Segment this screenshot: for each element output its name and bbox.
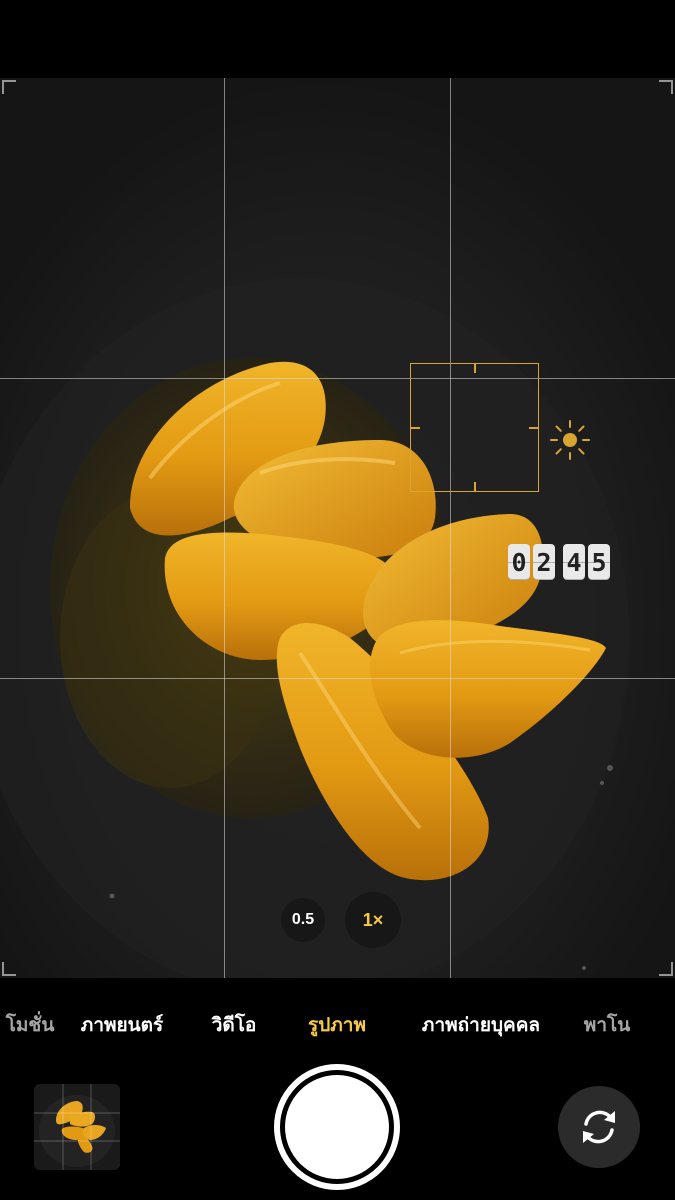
frame-corner-bottom-left: [2, 962, 16, 976]
focus-tick-bottom: [474, 482, 476, 491]
focus-tick-left: [411, 427, 420, 429]
flip-camera-icon: [583, 1110, 615, 1144]
mode-cinematic[interactable]: ภาพยนตร์: [81, 1010, 163, 1040]
frame-corner-bottom-right: [659, 962, 673, 976]
zoom-0.5-button[interactable]: 0.5: [281, 898, 325, 942]
timer-digit: 4: [563, 544, 585, 580]
flip-camera-button[interactable]: [558, 1086, 640, 1168]
grid-horizontal-line-1: [0, 378, 675, 379]
focus-tick-right: [529, 427, 538, 429]
frame-corner-top-left: [2, 80, 16, 94]
focus-tick-top: [474, 364, 476, 373]
grid-horizontal-line-2: [0, 678, 675, 679]
shutter-button[interactable]: [274, 1064, 400, 1190]
mode-carousel[interactable]: โมชั่น ภาพยนตร์ วิดีโอ รูปภาพ ภาพถ่ายบุค…: [0, 1000, 675, 1046]
mode-video[interactable]: วิดีโอ: [212, 1010, 257, 1040]
zoom-1x-button[interactable]: 1×: [345, 892, 401, 948]
last-photo-thumbnail[interactable]: [34, 1084, 120, 1170]
shutter-inner: [285, 1075, 389, 1179]
thumbnail-image: [34, 1084, 120, 1170]
frame-corner-top-right: [659, 80, 673, 94]
timer-readout: 0 2 4 5: [508, 544, 610, 580]
camera-screen: 0 2 4 5 0.5 1× โมชั่น ภาพยนตร์ วิดีโอ รู…: [0, 0, 675, 1200]
sun-icon[interactable]: [548, 418, 592, 462]
grid-vertical-line-2: [450, 78, 451, 978]
timer-digit: 2: [533, 544, 555, 580]
timer-digit: 5: [588, 544, 610, 580]
viewfinder-scene: [0, 78, 675, 978]
mode-pano[interactable]: พาโน: [584, 1010, 630, 1040]
grid-vertical-line-1: [224, 78, 225, 978]
viewfinder[interactable]: 0 2 4 5: [0, 78, 675, 978]
mode-slomo[interactable]: โมชั่น: [6, 1010, 55, 1040]
mode-portrait[interactable]: ภาพถ่ายบุคคล: [422, 1010, 540, 1040]
focus-box[interactable]: [410, 363, 539, 492]
timer-digit: 0: [508, 544, 530, 580]
mode-photo[interactable]: รูปภาพ: [308, 1010, 366, 1040]
